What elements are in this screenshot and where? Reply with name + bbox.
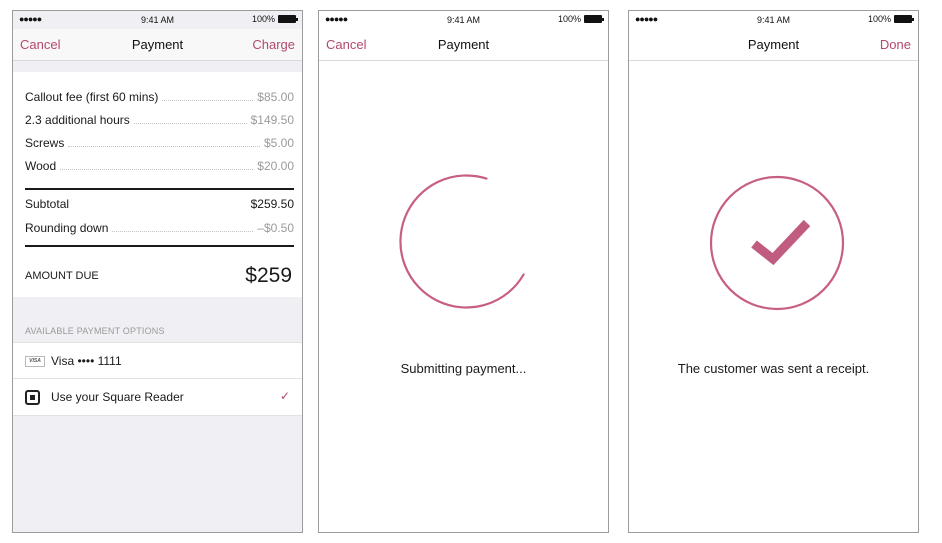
- total-divider: [25, 245, 294, 247]
- dotted-leader: [60, 169, 254, 170]
- line-item: 2.3 additional hours $149.50: [25, 111, 294, 127]
- payment-options-header: AVAILABLE PAYMENT OPTIONS: [25, 326, 165, 336]
- battery-indicator: 100%: [867, 14, 914, 24]
- battery-icon: [278, 15, 298, 23]
- battery-indicator: 100%: [557, 14, 604, 24]
- line-item: Screws $5.00: [25, 134, 294, 150]
- status-bar: ●●●●● 9:41 AM 100%: [629, 11, 918, 29]
- amount-due-label: AMOUNT DUE: [25, 270, 99, 282]
- payment-screen: ●●●●● 9:41 AM 100% Cancel Payment Charge…: [12, 10, 303, 533]
- subtotal-label: Subtotal: [25, 197, 70, 211]
- rounding-label: Rounding down: [25, 221, 109, 235]
- done-button[interactable]: Done: [880, 37, 911, 52]
- page-title: Payment: [747, 37, 800, 52]
- subtotal-amount: $259.50: [250, 197, 294, 211]
- nav-bar: Payment Done: [629, 29, 918, 61]
- submitting-screen: ●●●●● 9:41 AM 100% Cancel Payment Submit…: [318, 10, 609, 533]
- checkmark-icon: ✓: [279, 389, 290, 403]
- battery-percent: 100%: [251, 14, 275, 24]
- subtotal-row: Subtotal $259.50: [25, 195, 294, 211]
- status-bar: ●●●●● 9:41 AM 100%: [13, 11, 302, 29]
- dotted-leader: [112, 231, 254, 232]
- visa-card-icon: VISA: [25, 356, 45, 367]
- line-item: Callout fee (first 60 mins) $85.00: [25, 88, 294, 104]
- nav-bar: Cancel Payment: [319, 29, 608, 61]
- line-item-amount: $5.00: [263, 136, 294, 150]
- line-item: Wood $20.00: [25, 157, 294, 173]
- charge-button[interactable]: Charge: [252, 37, 295, 52]
- battery-icon: [584, 15, 604, 23]
- payment-option-label: Use your Square Reader: [51, 390, 184, 404]
- line-item-amount: $85.00: [257, 90, 294, 104]
- nav-bar: Cancel Payment Charge: [13, 29, 302, 61]
- square-reader-icon: [25, 390, 40, 405]
- loading-ring-icon: [399, 174, 525, 309]
- amount-due-value: $259: [245, 264, 292, 287]
- page-title: Payment: [437, 37, 490, 52]
- subtotal-divider: [25, 188, 294, 190]
- line-item-label: Screws: [25, 136, 65, 150]
- status-bar: ●●●●● 9:41 AM 100%: [319, 11, 608, 29]
- battery-icon: [894, 15, 914, 23]
- dotted-leader: [162, 100, 254, 101]
- receipt-sent-screen: ●●●●● 9:41 AM 100% Payment Done The cust…: [628, 10, 919, 533]
- line-item-label: Callout fee (first 60 mins): [25, 90, 159, 104]
- rounding-amount: –$0.50: [257, 221, 294, 235]
- dotted-leader: [133, 123, 247, 124]
- battery-percent: 100%: [867, 14, 891, 24]
- battery-indicator: 100%: [251, 14, 298, 24]
- status-message: The customer was sent a receipt.: [677, 361, 870, 376]
- amount-due-row: AMOUNT DUE $259: [25, 263, 292, 289]
- line-item-amount: $149.50: [250, 113, 294, 127]
- payment-option-visa[interactable]: VISA Visa •••• 1111: [13, 342, 302, 379]
- status-message: Submitting payment...: [400, 361, 527, 376]
- line-item-amount: $20.00: [257, 159, 294, 173]
- rounding-row: Rounding down –$0.50: [25, 219, 294, 235]
- checkmark-circle-icon: [709, 175, 845, 311]
- payment-option-square-reader[interactable]: Use your Square Reader ✓: [13, 379, 302, 416]
- line-item-label: 2.3 additional hours: [25, 113, 130, 127]
- battery-percent: 100%: [557, 14, 581, 24]
- payment-option-label: Visa •••• 1111: [51, 354, 122, 368]
- line-item-label: Wood: [25, 159, 57, 173]
- dotted-leader: [68, 146, 260, 147]
